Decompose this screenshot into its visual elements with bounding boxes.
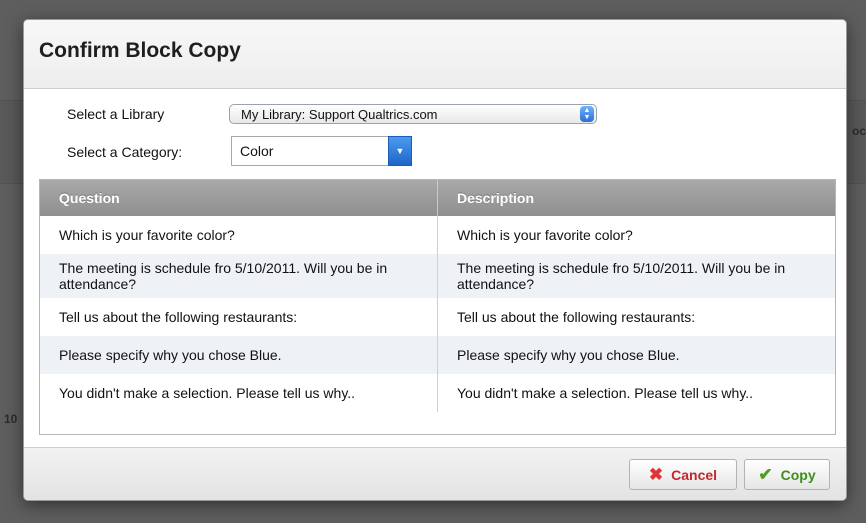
category-select-value: Color: [240, 143, 274, 159]
category-select[interactable]: Color ▼: [231, 136, 412, 166]
cancel-button-label: Cancel: [671, 466, 718, 483]
dialog-title: Confirm Block Copy: [39, 39, 241, 62]
copy-button-label: Copy: [780, 466, 816, 483]
question-cell: The meeting is schedule fro 5/10/2011. W…: [40, 254, 438, 298]
description-cell: You didn't make a selection. Please tell…: [437, 374, 835, 412]
library-select-value: My Library: Support Qualtrics.com: [241, 107, 438, 122]
stepper-arrows-icon: ▲ ▼: [580, 106, 594, 122]
description-cell: The meeting is schedule fro 5/10/2011. W…: [437, 254, 835, 298]
category-label: Select a Category:: [67, 144, 183, 160]
question-cell: Please specify why you chose Blue.: [40, 336, 438, 374]
chevron-down-icon: ▼: [388, 136, 412, 166]
table-row: Which is your favorite color? Which is y…: [40, 216, 835, 254]
library-label: Select a Library: [67, 106, 165, 122]
question-cell: Tell us about the following restaurants:: [40, 298, 438, 336]
column-header-question: Question: [40, 180, 438, 216]
cancel-button[interactable]: ✖ Cancel: [629, 459, 737, 490]
checkmark-icon: ✔: [758, 465, 773, 484]
copy-button[interactable]: ✔ Copy: [744, 459, 830, 490]
table-row: You didn't make a selection. Please tell…: [40, 374, 835, 412]
table-row: Tell us about the following restaurants:…: [40, 298, 835, 336]
library-select[interactable]: My Library: Support Qualtrics.com ▲ ▼: [229, 104, 597, 124]
question-cell: You didn't make a selection. Please tell…: [40, 374, 438, 412]
description-cell: Which is your favorite color?: [437, 216, 835, 254]
x-icon: ✖: [648, 465, 664, 484]
description-cell: Tell us about the following restaurants:: [437, 298, 835, 336]
column-header-description: Description: [437, 180, 835, 216]
description-cell: Please specify why you chose Blue.: [437, 336, 835, 374]
table-row: The meeting is schedule fro 5/10/2011. W…: [40, 254, 835, 298]
dialog-footer: ✖ Cancel ✔ Copy: [24, 447, 846, 500]
questions-table: Question Description Which is your favor…: [39, 179, 836, 435]
table-row: Please specify why you chose Blue. Pleas…: [40, 336, 835, 374]
question-cell: Which is your favorite color?: [40, 216, 438, 254]
dialog-header: Confirm Block Copy: [24, 20, 846, 89]
confirm-block-copy-dialog: Confirm Block Copy Select a Library My L…: [24, 20, 846, 500]
